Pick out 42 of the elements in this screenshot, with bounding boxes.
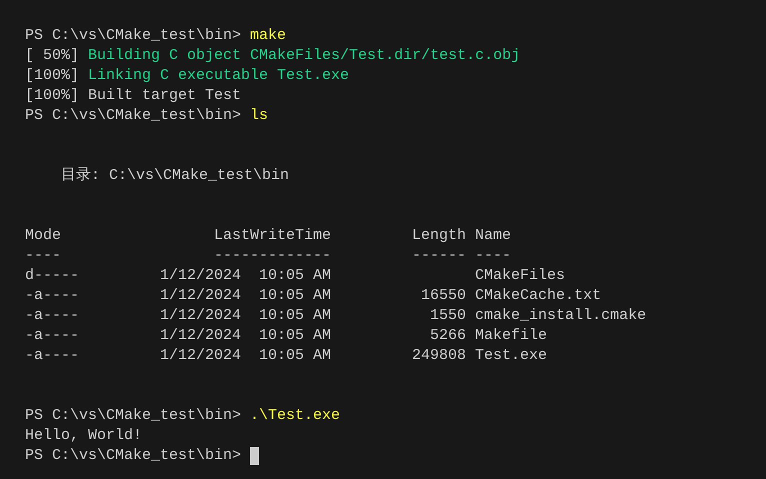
directory-label: 目录: xyxy=(61,166,100,186)
table-cell: CMakeCache.txt xyxy=(475,287,602,304)
table-cell: 16550 xyxy=(421,287,466,304)
command-text: .\Test.exe xyxy=(250,406,340,426)
prompt-text: PS C:\vs\CMake_test\bin> xyxy=(25,26,242,46)
header-rule: ---- xyxy=(475,247,512,264)
table-cell: -a---- xyxy=(25,307,80,324)
header-rule: ------------- xyxy=(214,247,332,264)
prompt-text: PS C:\vs\CMake_test\bin> xyxy=(25,446,242,466)
output-text: [100%] Built target Test xyxy=(25,87,242,104)
table-cell: -a---- xyxy=(25,327,80,344)
table-cell: -a---- xyxy=(25,287,80,304)
directory-path: C:\vs\CMake_test\bin xyxy=(109,166,290,186)
output-text: Hello, World! xyxy=(25,427,142,444)
column-header: Length xyxy=(412,227,466,244)
table-cell: -a---- xyxy=(25,347,80,364)
table-cell: 1/12/2024 10:05 AM xyxy=(160,327,332,344)
progress-percent: [100%] xyxy=(25,66,80,86)
table-cell: 249808 xyxy=(412,347,466,364)
table-cell: cmake_install.cmake xyxy=(475,307,646,324)
progress-message: Building C object CMakeFiles/Test.dir/test.c.obj xyxy=(88,46,520,66)
table-cell: 1/12/2024 10:05 AM xyxy=(160,347,332,364)
header-rule: ------ xyxy=(412,247,466,264)
column-header: Mode xyxy=(25,227,62,244)
table-cell: 1/12/2024 10:05 AM xyxy=(160,287,332,304)
table-cell: 1/12/2024 10:05 AM xyxy=(160,267,332,284)
table-cell: Test.exe xyxy=(475,347,548,364)
table-cell: d----- xyxy=(25,267,80,284)
table-cell: 1550 xyxy=(430,307,466,324)
table-cell: 1/12/2024 10:05 AM xyxy=(160,307,332,324)
table-cell: 5266 xyxy=(430,327,466,344)
table-cell: CMakeFiles xyxy=(475,267,566,284)
column-header: LastWriteTime xyxy=(214,227,332,244)
prompt-text: PS C:\vs\CMake_test\bin> xyxy=(25,406,242,426)
table-cell: Makefile xyxy=(475,327,548,344)
progress-percent: [ 50%] xyxy=(25,46,80,66)
header-rule: ---- xyxy=(25,247,62,264)
command-text: ls xyxy=(250,106,268,126)
prompt-text: PS C:\vs\CMake_test\bin> xyxy=(25,106,242,126)
progress-message: Linking C executable Test.exe xyxy=(88,66,350,86)
column-header: Name xyxy=(475,227,512,244)
command-text: make xyxy=(250,26,286,46)
